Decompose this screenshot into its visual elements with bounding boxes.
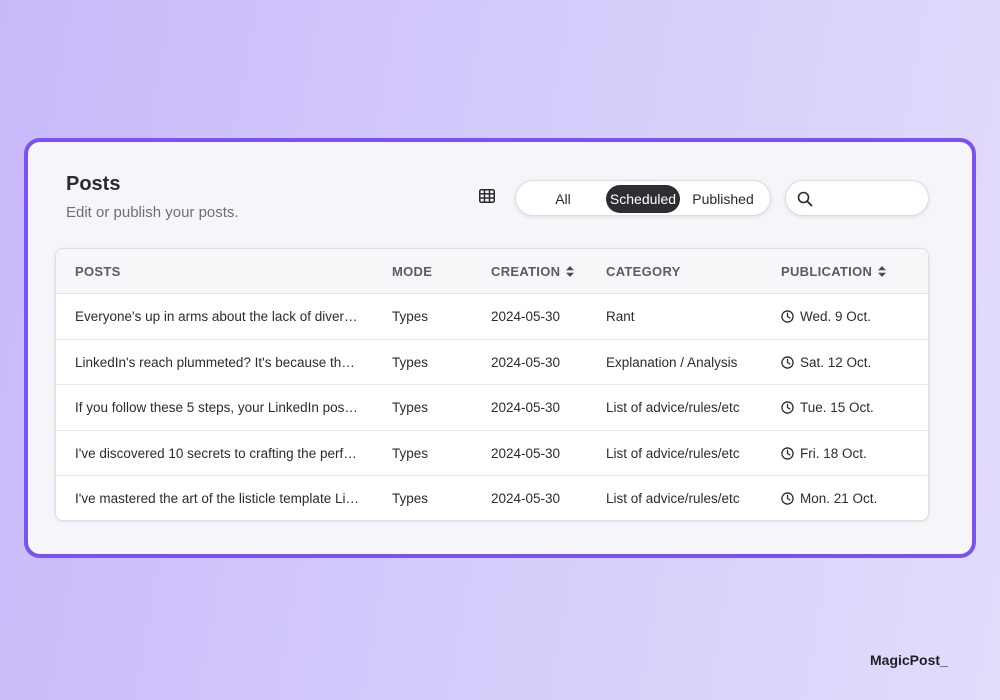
tab-all[interactable]: All — [538, 185, 588, 213]
publication-date: Sat. 12 Oct. — [800, 354, 872, 370]
column-header-creation-label: CREATION — [491, 264, 561, 279]
brand-logo: MagicPost_ — [870, 652, 948, 668]
publication-date: Wed. 9 Oct. — [800, 309, 872, 324]
publication-date-cell: Fri. 18 Oct. — [781, 431, 921, 476]
category-cell: Rant — [606, 309, 635, 324]
search-input[interactable] — [820, 187, 920, 209]
publication-date: Mon. 21 Oct. — [800, 491, 878, 507]
post-status-filter: All Scheduled Published — [515, 180, 771, 216]
clock-icon — [781, 401, 794, 414]
creation-date-cell: 2024-05-30 — [491, 491, 561, 507]
category-cell: List of advice/rules/etc — [606, 400, 740, 416]
category-cell: List of advice/rules/etc — [606, 445, 740, 461]
creation-date-cell: 2024-05-30 — [491, 445, 561, 461]
tab-scheduled[interactable]: Scheduled — [606, 185, 680, 213]
sort-icon[interactable] — [566, 266, 575, 277]
search-icon — [797, 191, 813, 207]
posts-table: POSTS MODE CREATION CATEGORY PUBLICATION… — [55, 248, 929, 521]
publication-date: Fri. 18 Oct. — [800, 445, 867, 461]
column-header-category: CATEGORY — [606, 264, 681, 279]
clock-icon — [781, 310, 794, 323]
sort-icon[interactable] — [878, 266, 887, 277]
publication-date-cell: Tue. 15 Oct. — [781, 385, 921, 430]
table-row[interactable]: Everyone's up in arms about the lack of … — [56, 294, 928, 340]
table-grid-icon[interactable] — [478, 188, 496, 204]
publication-date: Tue. 15 Oct. — [800, 400, 874, 416]
column-header-posts: POSTS — [75, 264, 121, 279]
column-header-publication[interactable]: PUBLICATION — [781, 249, 921, 294]
table-row[interactable]: I've discovered 10 secrets to crafting t… — [56, 431, 928, 477]
mode-cell: Types — [392, 491, 429, 507]
category-cell: List of advice/rules/etc — [606, 491, 740, 507]
post-title-cell: LinkedIn's reach plummeted? It's because… — [75, 354, 360, 370]
clock-icon — [781, 492, 794, 506]
clock-icon — [781, 447, 794, 460]
post-title-cell: If you follow these 5 steps, your Linked… — [75, 400, 360, 416]
tab-published[interactable]: Published — [686, 185, 760, 213]
publication-date-cell: Wed. 9 Oct. — [781, 294, 921, 339]
creation-date-cell: 2024-05-30 — [491, 354, 561, 370]
table-row[interactable]: I've mastered the art of the listicle te… — [56, 476, 928, 520]
table-header: POSTS MODE CREATION CATEGORY PUBLICATION — [56, 249, 928, 294]
column-header-publication-label: PUBLICATION — [781, 264, 873, 279]
post-title-cell: I've discovered 10 secrets to crafting t… — [75, 445, 360, 461]
creation-date-cell: 2024-05-30 — [491, 400, 561, 416]
clock-icon — [781, 355, 794, 369]
creation-date-cell: 2024-05-30 — [491, 309, 561, 324]
table-row[interactable]: LinkedIn's reach plummeted? It's because… — [56, 340, 928, 386]
mode-cell: Types — [392, 445, 429, 461]
search-box[interactable] — [785, 180, 929, 216]
column-header-creation[interactable]: CREATION — [491, 249, 591, 294]
page-subtitle: Edit or publish your posts. — [66, 204, 239, 221]
column-header-mode: MODE — [392, 264, 433, 279]
mode-cell: Types — [392, 354, 429, 370]
publication-date-cell: Sat. 12 Oct. — [781, 340, 921, 385]
mode-cell: Types — [392, 400, 429, 416]
post-title-cell: I've mastered the art of the listicle te… — [75, 491, 359, 507]
post-title-cell: Everyone's up in arms about the lack of … — [75, 309, 360, 324]
page-title: Posts — [66, 173, 121, 195]
category-cell: Explanation / Analysis — [606, 354, 738, 370]
posts-panel: Posts Edit or publish your posts. All Sc… — [24, 138, 976, 558]
mode-cell: Types — [392, 309, 429, 324]
table-row[interactable]: If you follow these 5 steps, your Linked… — [56, 385, 928, 431]
publication-date-cell: Mon. 21 Oct. — [781, 476, 921, 520]
